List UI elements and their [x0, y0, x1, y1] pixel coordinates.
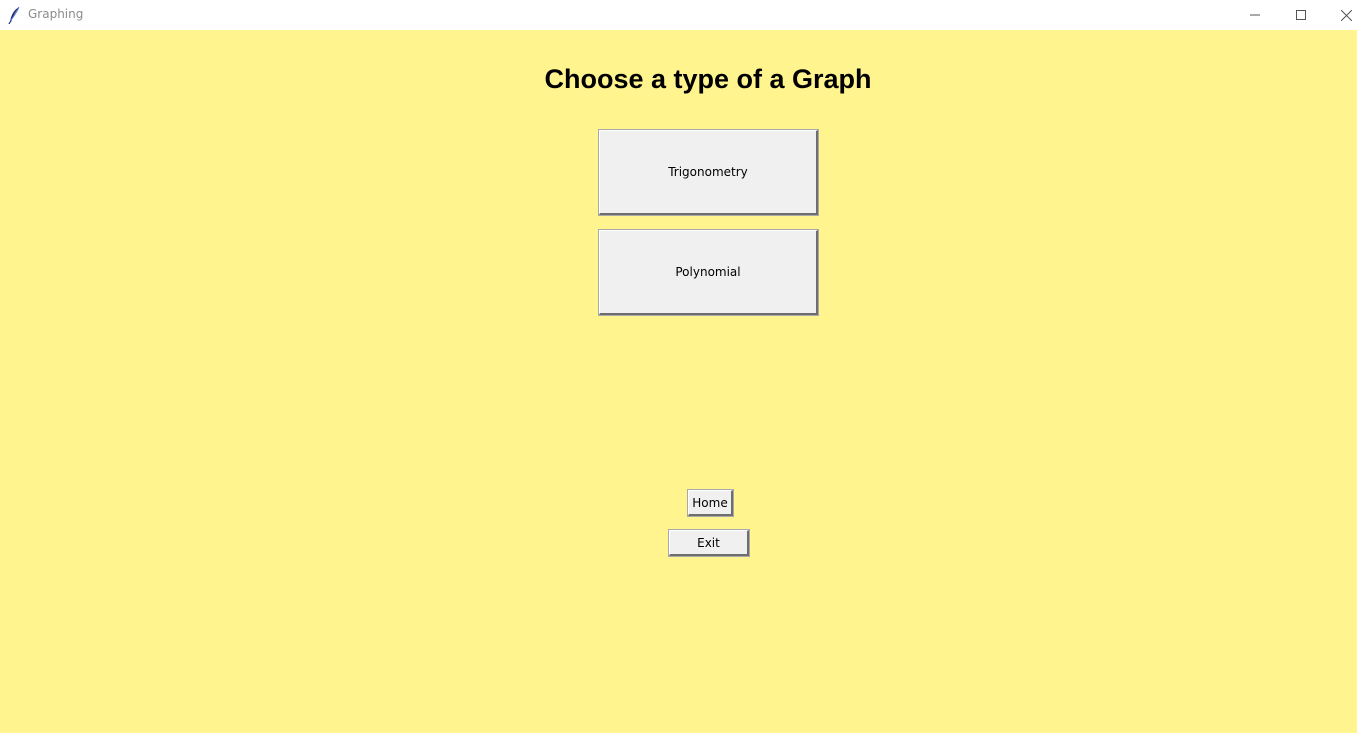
minimize-icon [1250, 14, 1260, 16]
trigonometry-button[interactable]: Trigonometry [598, 129, 819, 216]
minimize-button[interactable] [1232, 0, 1278, 30]
close-icon [1340, 9, 1352, 21]
page-title: Choose a type of a Graph [544, 64, 872, 94]
window-title: Graphing [28, 7, 84, 21]
title-bar[interactable]: Graphing [0, 0, 1357, 30]
close-button[interactable] [1323, 0, 1357, 30]
maximize-button[interactable] [1278, 0, 1324, 30]
polynomial-button[interactable]: Polynomial [598, 229, 819, 316]
maximize-icon [1296, 10, 1306, 20]
exit-button[interactable]: Exit [668, 529, 750, 557]
app-window: Graphing Choose a type of a Graph Trigon… [0, 0, 1357, 733]
feather-icon [8, 6, 20, 24]
main-content: Choose a type of a Graph Trigonometry Po… [0, 30, 1357, 733]
home-button[interactable]: Home [687, 489, 734, 517]
